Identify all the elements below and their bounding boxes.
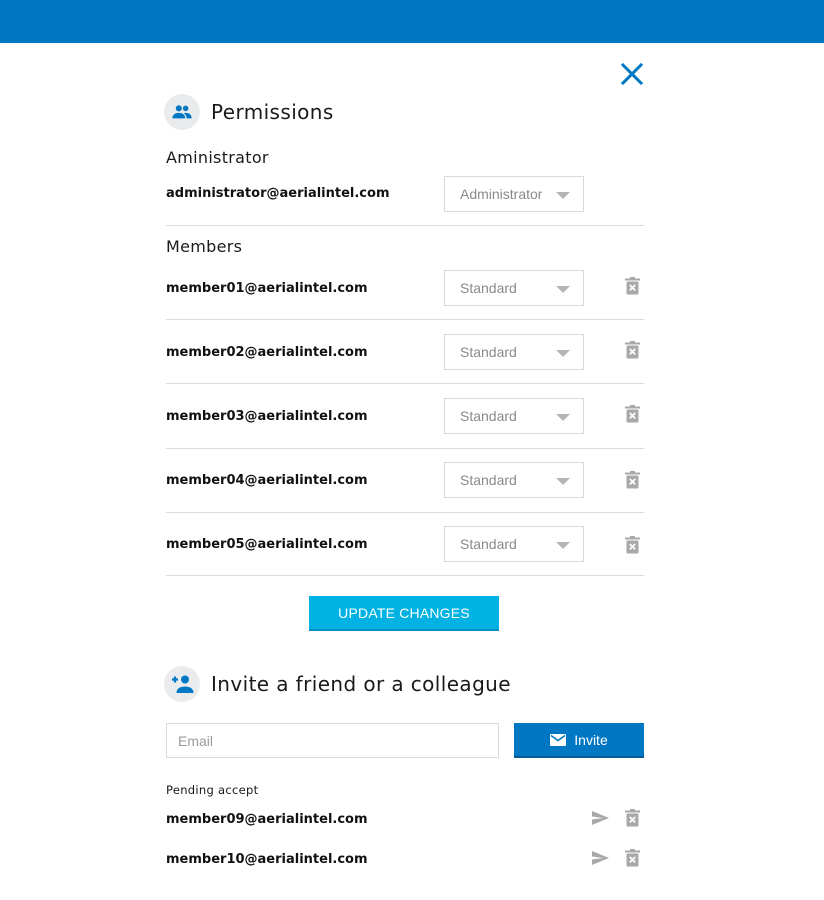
member-email: member02@aerialintel.com xyxy=(166,345,368,360)
trash-icon[interactable] xyxy=(625,849,640,867)
invite-title: Invite a friend or a colleague xyxy=(211,672,511,696)
administrator-email: administrator@aerialintel.com xyxy=(166,186,390,201)
caret-down-icon xyxy=(556,286,570,293)
mail-icon xyxy=(550,733,567,746)
invite-header: Invite a friend or a colleague xyxy=(164,666,511,702)
send-icon[interactable] xyxy=(592,851,609,865)
member-row: member01@aerialintel.com Standard xyxy=(166,270,644,320)
divider xyxy=(166,512,644,513)
member-email: member05@aerialintel.com xyxy=(166,537,368,552)
permissions-header: Permissions xyxy=(164,94,334,130)
invite-button-label: Invite xyxy=(574,731,608,748)
member-role-select[interactable]: Standard xyxy=(444,526,584,562)
administrator-row: administrator@aerialintel.com Administra… xyxy=(166,176,644,226)
permissions-title: Permissions xyxy=(211,100,334,124)
pending-row: member09@aerialintel.com xyxy=(166,809,644,834)
caret-down-icon xyxy=(556,478,570,485)
trash-icon[interactable] xyxy=(625,341,640,359)
pending-email: member09@aerialintel.com xyxy=(166,812,368,827)
divider xyxy=(166,448,644,449)
member-email: member04@aerialintel.com xyxy=(166,473,368,488)
administrator-role-value: Administrator xyxy=(460,186,543,202)
pending-accept-label: Pending accept xyxy=(166,783,259,797)
pending-row: member10@aerialintel.com xyxy=(166,849,644,874)
member-row: member05@aerialintel.com Standard xyxy=(166,526,644,576)
pending-email: member10@aerialintel.com xyxy=(166,852,368,867)
send-icon[interactable] xyxy=(592,811,609,825)
member-role-value: Standard xyxy=(460,472,517,488)
member-role-value: Standard xyxy=(460,280,517,296)
members-heading: Members xyxy=(166,237,243,256)
member-role-value: Standard xyxy=(460,344,517,360)
caret-down-icon xyxy=(556,414,570,421)
update-changes-button[interactable]: UPDATE CHANGES xyxy=(309,596,499,631)
divider xyxy=(166,319,644,320)
member-role-select[interactable]: Standard xyxy=(444,398,584,434)
member-role-value: Standard xyxy=(460,408,517,424)
member-email: member01@aerialintel.com xyxy=(166,281,368,296)
invite-button[interactable]: Invite xyxy=(514,723,644,758)
add-person-icon xyxy=(164,666,200,702)
member-row: member02@aerialintel.com Standard xyxy=(166,334,644,384)
member-row: member04@aerialintel.com Standard xyxy=(166,462,644,513)
caret-down-icon xyxy=(556,542,570,549)
member-role-select[interactable]: Standard xyxy=(444,334,584,370)
people-icon xyxy=(164,94,200,130)
trash-icon[interactable] xyxy=(625,536,640,554)
administrator-heading: Aministrator xyxy=(166,148,269,167)
divider xyxy=(166,575,644,576)
divider xyxy=(166,225,644,226)
member-row: member03@aerialintel.com Standard xyxy=(166,398,644,449)
trash-icon[interactable] xyxy=(625,405,640,423)
email-input[interactable] xyxy=(166,723,499,758)
administrator-role-select[interactable]: Administrator xyxy=(444,176,584,212)
member-email: member03@aerialintel.com xyxy=(166,409,368,424)
member-role-select[interactable]: Standard xyxy=(444,462,584,498)
divider xyxy=(166,383,644,384)
member-role-value: Standard xyxy=(460,536,517,552)
trash-icon[interactable] xyxy=(625,809,640,827)
top-bar xyxy=(0,0,824,43)
trash-icon[interactable] xyxy=(625,471,640,489)
close-icon[interactable] xyxy=(620,62,644,86)
trash-icon[interactable] xyxy=(625,277,640,295)
caret-down-icon xyxy=(556,192,570,199)
member-role-select[interactable]: Standard xyxy=(444,270,584,306)
caret-down-icon xyxy=(556,350,570,357)
